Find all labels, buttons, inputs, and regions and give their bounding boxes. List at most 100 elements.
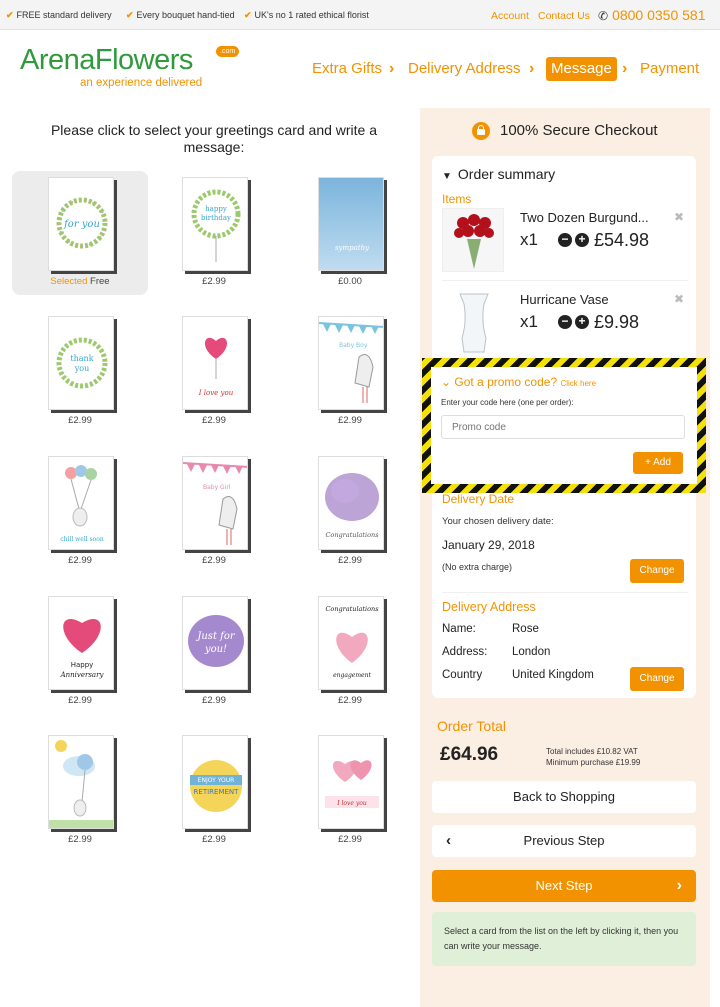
- chevron-left-icon: ‹: [446, 832, 451, 849]
- minus-icon[interactable]: −: [558, 315, 572, 329]
- card-image: sympathy: [318, 177, 384, 271]
- account-link[interactable]: Account: [491, 10, 529, 22]
- item-price: £9.98: [594, 312, 640, 332]
- item-price: £54.98: [594, 230, 650, 250]
- step-payment[interactable]: Payment: [640, 57, 699, 81]
- greeting-card[interactable]: Happy Anniversary £2.99: [12, 590, 148, 714]
- order-total-title: Order Total: [437, 718, 506, 734]
- greeting-card[interactable]: chill well soon £2.99: [12, 450, 148, 574]
- phone-number[interactable]: ✆ 0800 0350 581: [598, 7, 706, 23]
- svg-text:Baby Boy: Baby Boy: [339, 342, 368, 349]
- checkout-sidebar: 100% Secure Checkout ▼ Order summary Item…: [420, 108, 710, 1007]
- promo-hint: Enter your code here (one per order):: [441, 398, 574, 407]
- delivery-date-value: January 29, 2018: [442, 538, 535, 552]
- greeting-card[interactable]: £2.99: [12, 729, 148, 853]
- header: ArenaFlowers .com an experience delivere…: [0, 30, 720, 108]
- promo-click-here[interactable]: Click here: [560, 379, 596, 388]
- greeting-card[interactable]: Baby Boy £2.99: [282, 310, 418, 434]
- greeting-card[interactable]: Baby Girl £2.99: [146, 450, 282, 574]
- greeting-card[interactable]: happy birthday £2.99: [146, 171, 282, 295]
- add-promo-button[interactable]: + Add: [633, 452, 683, 474]
- svg-text:you!: you!: [204, 644, 227, 655]
- vase-image: [442, 290, 504, 354]
- card-price: £2.99: [202, 834, 226, 845]
- check-icon: ✔: [126, 10, 134, 20]
- previous-step-label: Previous Step: [523, 833, 605, 848]
- card-price: £2.99: [202, 276, 226, 287]
- greeting-card[interactable]: Just for you! £2.99: [146, 590, 282, 714]
- divider: [442, 592, 688, 593]
- minus-icon[interactable]: −: [558, 233, 572, 247]
- plus-icon[interactable]: +: [575, 315, 589, 329]
- svg-text:sympathy: sympathy: [335, 244, 370, 252]
- order-summary-panel: ▼ Order summary Items Two Dozen Burgund..…: [422, 156, 706, 698]
- svg-text:I love you: I love you: [336, 800, 367, 807]
- svg-text:happy: happy: [205, 205, 227, 213]
- divider: [442, 280, 688, 281]
- items-label: Items: [442, 192, 472, 206]
- item-name[interactable]: Hurricane Vase: [520, 292, 670, 307]
- name-value: Rose: [512, 623, 539, 635]
- card-image: Baby Girl: [182, 456, 248, 550]
- change-address-button[interactable]: Change: [630, 667, 684, 691]
- chevron-down-icon: ▼: [442, 171, 452, 182]
- greeting-card[interactable]: Congratulations £2.99: [282, 450, 418, 574]
- address-value: London: [512, 646, 551, 658]
- card-price: £2.99: [202, 695, 226, 706]
- card-image: for you: [48, 177, 114, 271]
- step-delivery-address[interactable]: Delivery Address: [408, 57, 521, 81]
- remove-icon[interactable]: ✖: [674, 210, 684, 224]
- svg-text:Baby Girl: Baby Girl: [203, 484, 231, 491]
- card-price: £2.99: [338, 555, 362, 566]
- card-image: I love you: [182, 316, 248, 410]
- usp-hand-tied: ✔ Every bouquet hand-tied: [126, 10, 235, 21]
- greeting-card[interactable]: sympathy £0.00: [282, 171, 418, 295]
- item-name[interactable]: Two Dozen Burgund...: [520, 210, 670, 225]
- chevron-right-icon: ›: [389, 60, 395, 77]
- usp-free-delivery: ✔ FREE standard delivery: [6, 10, 112, 21]
- greeting-card[interactable]: ENJOY YOUR RETIREMENT £2.99: [146, 729, 282, 853]
- usp-label: FREE standard delivery: [16, 10, 112, 20]
- svg-text:ENJOY YOUR: ENJOY YOUR: [198, 777, 235, 784]
- svg-text:you: you: [74, 364, 90, 373]
- greeting-card[interactable]: thank you £2.99: [12, 310, 148, 434]
- check-icon: ✔: [244, 10, 252, 20]
- order-summary-toggle[interactable]: ▼ Order summary: [442, 166, 555, 182]
- delivery-address-title: Delivery Address: [442, 600, 536, 614]
- lock-icon: [472, 122, 490, 140]
- delivery-date-title: Delivery Date: [442, 492, 515, 506]
- card-price: £2.99: [338, 695, 362, 706]
- contact-us-link[interactable]: Contact Us: [538, 10, 590, 22]
- next-step-button[interactable]: Next Step ›: [432, 870, 696, 902]
- svg-text:for you: for you: [63, 219, 100, 230]
- phone-icon: ✆: [598, 9, 609, 23]
- greeting-card[interactable]: I love you £2.99: [282, 729, 418, 853]
- card-price: £2.99: [68, 834, 92, 845]
- roses-image: [442, 208, 504, 272]
- svg-text:Anniversary: Anniversary: [60, 671, 105, 679]
- greeting-card[interactable]: Congratulations engagement £2.99: [282, 590, 418, 714]
- step-message[interactable]: Message: [546, 57, 617, 81]
- card-image: [48, 735, 114, 829]
- secure-checkout-label: 100% Secure Checkout: [500, 122, 658, 139]
- remove-icon[interactable]: ✖: [674, 292, 684, 306]
- plus-icon[interactable]: +: [575, 233, 589, 247]
- card-image: ENJOY YOUR RETIREMENT: [182, 735, 248, 829]
- usp-label: Every bouquet hand-tied: [136, 10, 235, 20]
- card-price: Selected Free: [12, 276, 148, 287]
- promo-code-box: ⌄ Got a promo code? Click here Enter you…: [422, 358, 706, 493]
- back-to-shopping-button[interactable]: Back to Shopping: [432, 781, 696, 813]
- country-value: United Kingdom: [512, 669, 594, 681]
- promo-code-input[interactable]: [441, 415, 685, 439]
- chevron-right-icon: ›: [622, 60, 628, 77]
- address-address-row: Address: London: [442, 646, 550, 658]
- card-price: £0.00: [338, 276, 362, 287]
- svg-text:thank: thank: [70, 354, 93, 363]
- greeting-card[interactable]: for you Selected Free: [12, 171, 148, 295]
- step-extra-gifts[interactable]: Extra Gifts: [312, 57, 382, 81]
- previous-step-button[interactable]: ‹ Previous Step: [432, 825, 696, 857]
- greeting-card[interactable]: I love you £2.99: [146, 310, 282, 434]
- svg-text:I love you: I love you: [198, 389, 234, 397]
- change-date-button[interactable]: Change: [630, 559, 684, 583]
- promo-toggle[interactable]: ⌄ Got a promo code? Click here: [441, 375, 596, 389]
